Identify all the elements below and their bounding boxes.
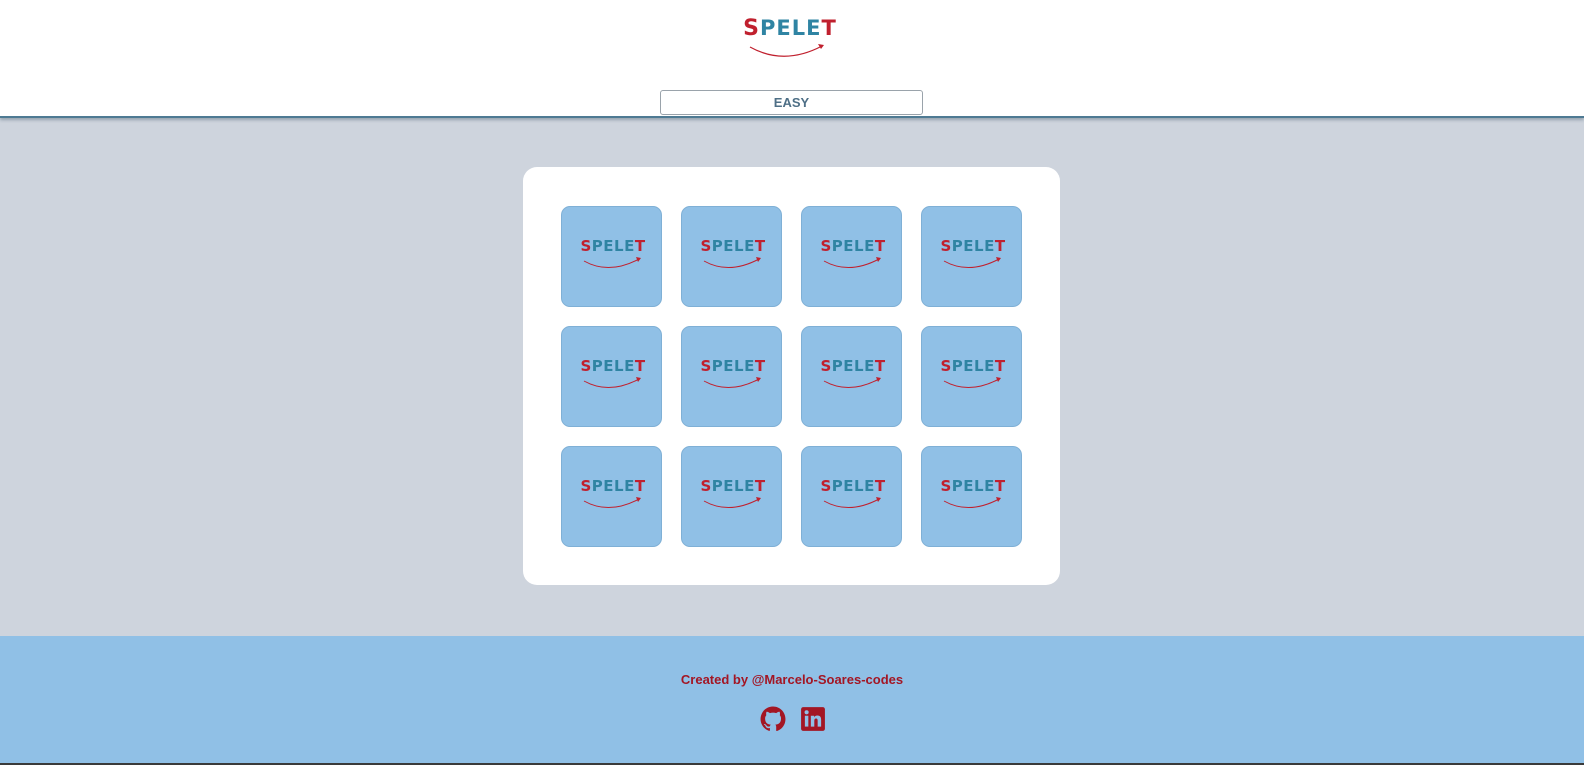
spelet-logo-icon: SPELET [699,477,767,513]
memory-card[interactable]: SPELET [921,206,1022,307]
card-smile-arc [583,257,641,268]
memory-card[interactable]: SPELET [561,326,662,427]
card-smile-arc [943,497,1001,508]
spelet-logo-icon: SPELET [939,477,1007,513]
memory-card[interactable]: SPELET [801,206,902,307]
spelet-logo-icon: SPELET [819,237,887,273]
logo-smile-arc [749,44,824,57]
card-smile-arc [583,377,641,388]
spelet-logo-icon: SPELET [939,357,1007,393]
card-smile-arc [823,257,881,268]
card-smile-arc [703,377,761,388]
header: SPELET EASY [0,0,1584,118]
memory-card[interactable]: SPELET [921,446,1022,547]
spelet-logo-icon: SPELET [939,237,1007,273]
spelet-logo-icon: SPELET [579,357,647,393]
memory-card[interactable]: SPELET [681,326,782,427]
spelet-logo: SPELET [742,14,838,60]
spelet-logo-icon: SPELET [579,237,647,273]
card-smile-arc [703,257,761,268]
memory-card[interactable]: SPELET [681,206,782,307]
spelet-logo-icon: SPELET [819,357,887,393]
card-smile-arc [943,377,1001,388]
card-grid: SPELET SPELET SPELET SPELET SPELET SPELET SPEL… [561,206,1022,547]
social-links [760,706,830,732]
spelet-logo-icon: SPELET [579,477,647,513]
github-icon[interactable] [760,706,786,732]
card-smile-arc [823,377,881,388]
card-smile-arc [823,497,881,508]
memory-card[interactable]: SPELET [561,206,662,307]
game-board: SPELET SPELET SPELET SPELET SPELET SPELET SPEL… [523,167,1060,585]
memory-card[interactable]: SPELET [801,446,902,547]
linkedin-icon[interactable] [800,706,826,732]
memory-card[interactable]: SPELET [801,326,902,427]
memory-card[interactable]: SPELET [561,446,662,547]
difficulty-button[interactable]: EASY [660,90,923,115]
card-smile-arc [943,257,1001,268]
memory-card[interactable]: SPELET [921,326,1022,427]
card-smile-arc [583,497,641,508]
footer: Created by @Marcelo-Soares-codes [0,636,1584,765]
credit-text: Created by @Marcelo-Soares-codes [680,672,904,687]
spelet-logo-icon: SPELET [699,357,767,393]
spelet-logo-icon: SPELET [699,237,767,273]
spelet-logo-icon: SPELET [819,477,887,513]
card-smile-arc [703,497,761,508]
memory-card[interactable]: SPELET [681,446,782,547]
